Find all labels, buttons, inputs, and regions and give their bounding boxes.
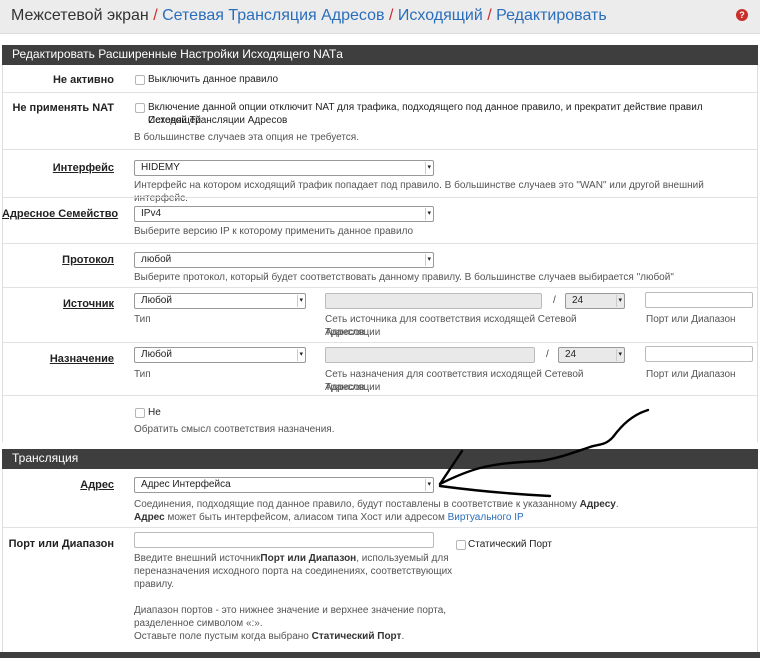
scribble-arrow-shaft <box>438 408 650 486</box>
scribble-annotation <box>438 408 650 498</box>
scribble-arrow-head-lower <box>438 484 552 498</box>
